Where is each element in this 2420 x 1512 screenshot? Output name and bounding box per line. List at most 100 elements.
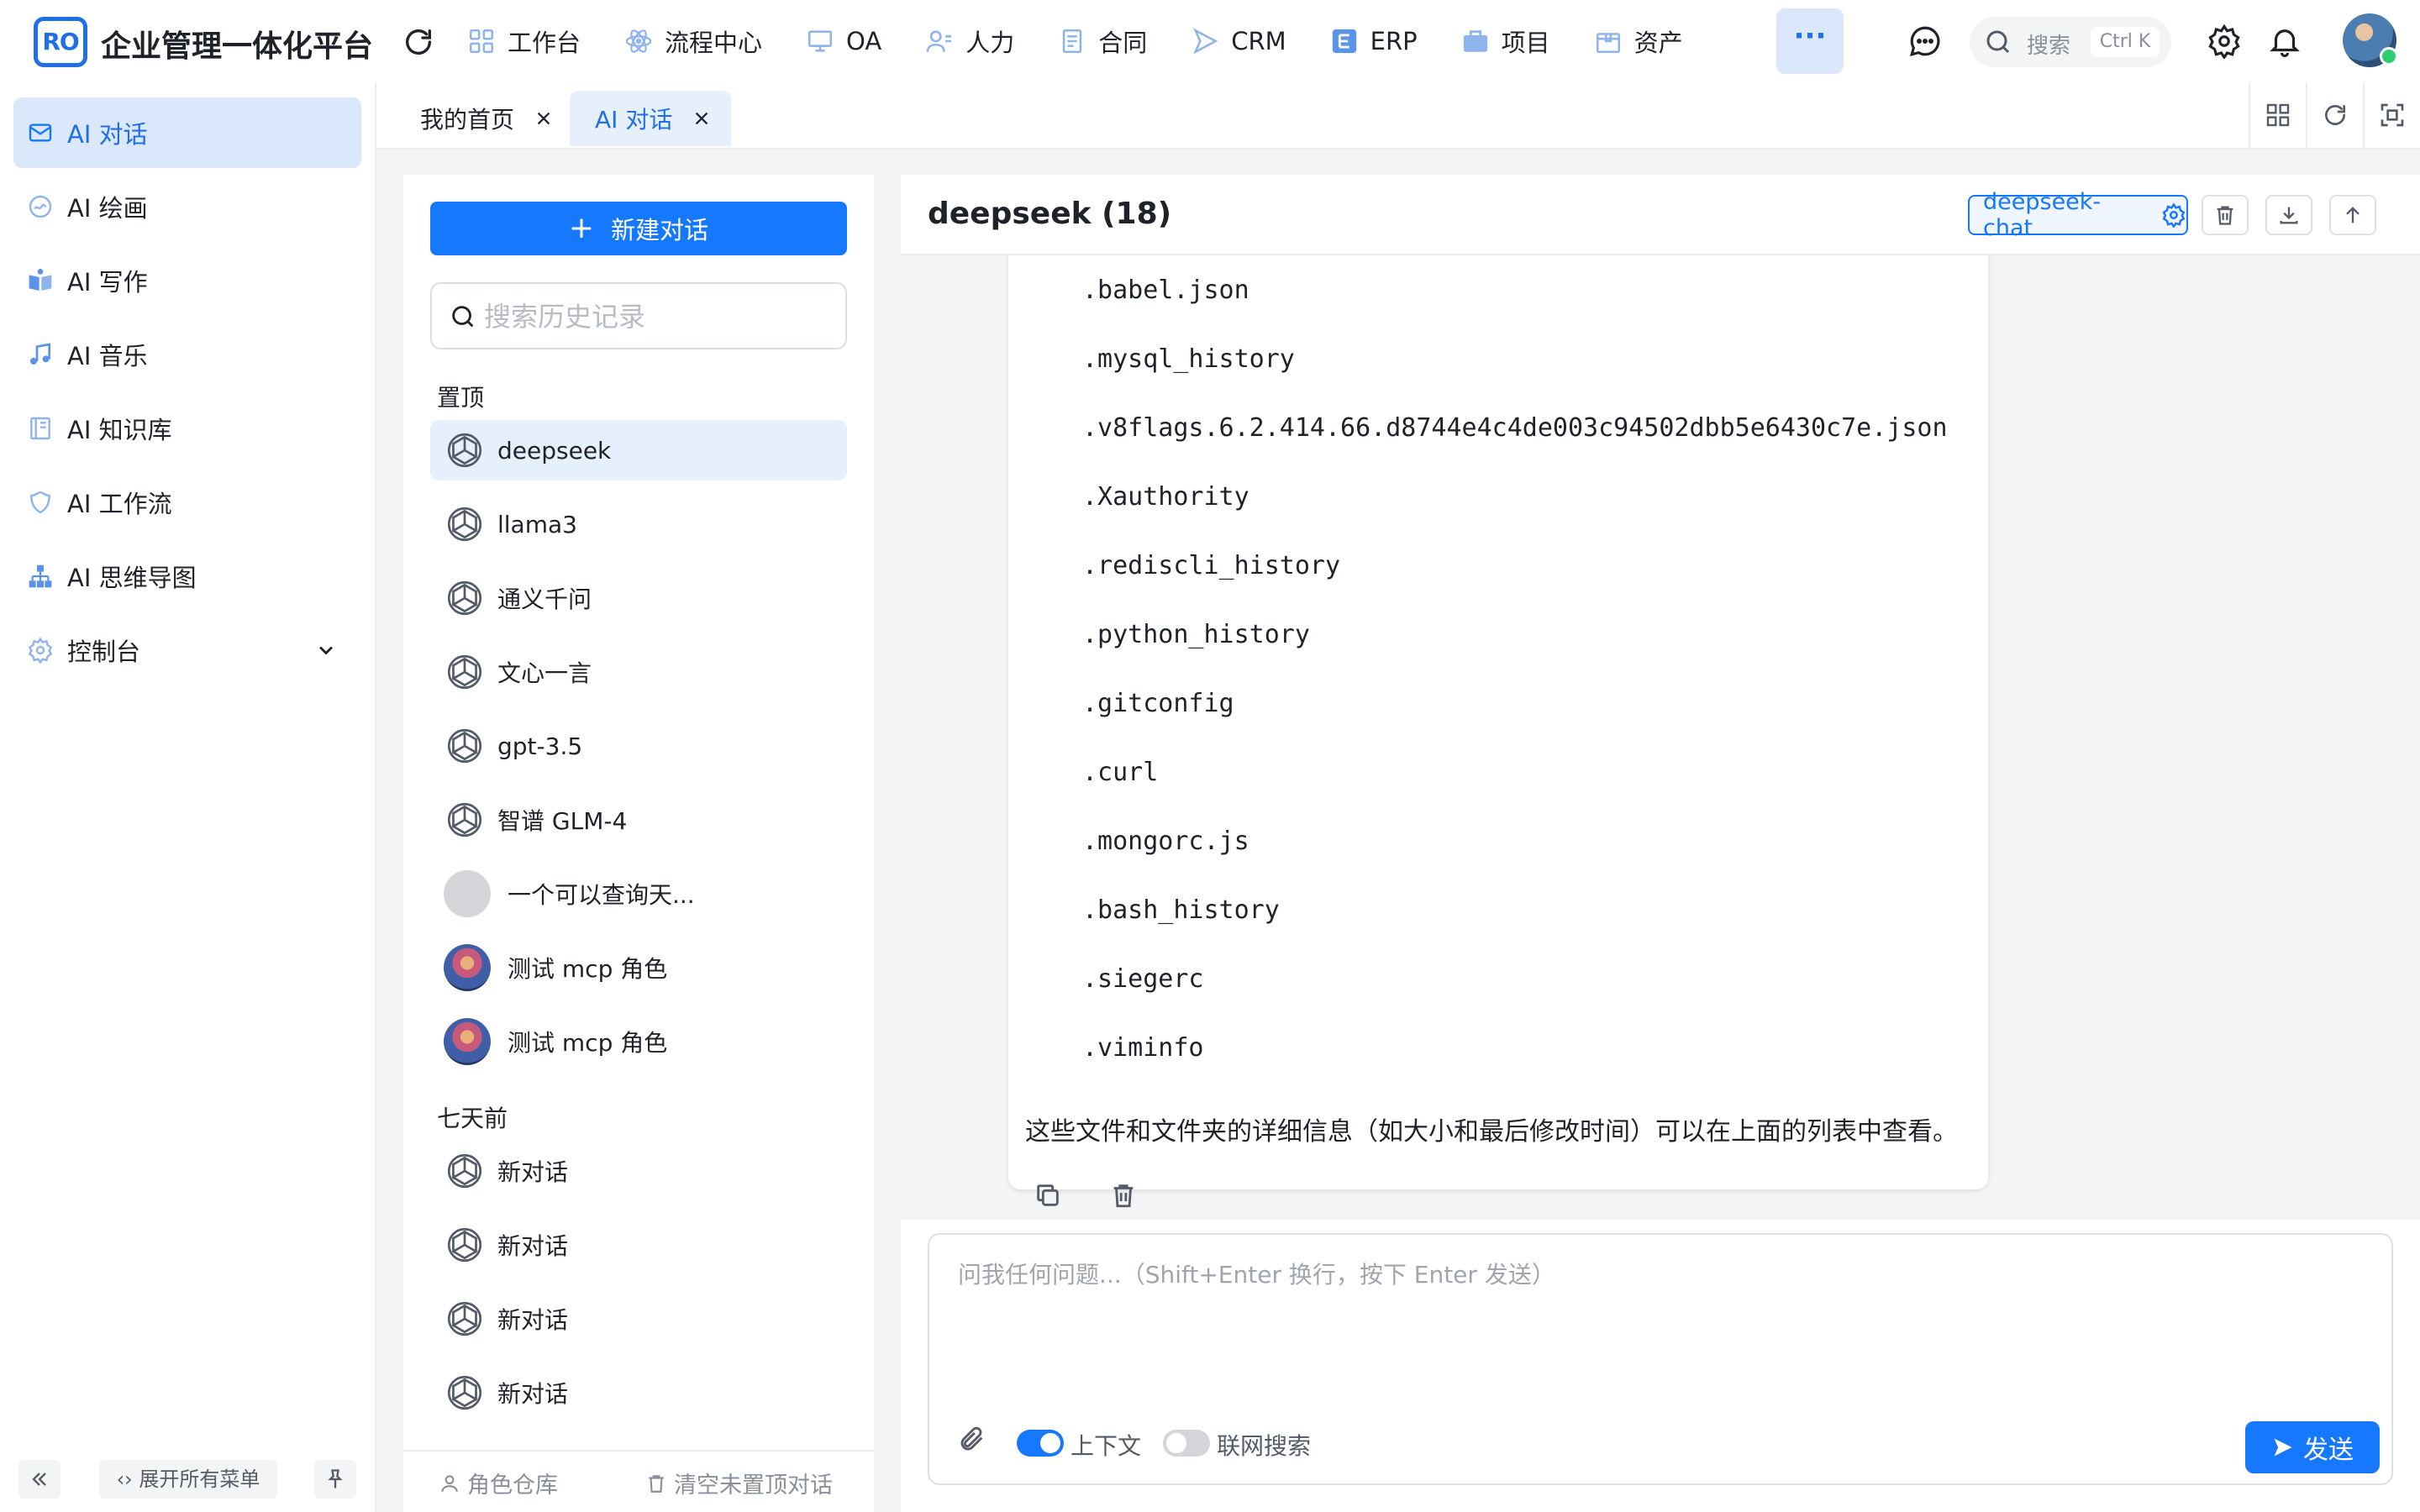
tab-tools xyxy=(2249,82,2420,148)
conversation-title: llama3 xyxy=(497,510,577,538)
role-avatar xyxy=(444,944,491,991)
openai-icon xyxy=(447,802,482,837)
conversation-item[interactable]: 智谱 GLM-4 xyxy=(430,790,847,850)
conversation-footer: 角色仓库 清空未置顶对话 xyxy=(403,1450,874,1512)
top-nav: 工作台 流程中心 OA 人力 合同 CRM ERP 项目 资产 xyxy=(467,17,1727,66)
conversation-item[interactable]: gpt-3.5 xyxy=(430,716,847,776)
nav-item-hr[interactable]: 人力 xyxy=(925,17,1014,66)
copy-message-icon[interactable] xyxy=(1034,1181,1062,1210)
tab-home[interactable]: 我的首页 xyxy=(376,91,573,146)
role-repository-button[interactable]: 角色仓库 xyxy=(439,1467,558,1499)
sidebar-item-console[interactable]: 控制台 xyxy=(13,615,361,685)
message-list[interactable]: .babel.json .mysql_history .v8flags.6.2.… xyxy=(901,255,2420,1220)
conversation-item[interactable]: deepseek xyxy=(430,420,847,480)
user-avatar[interactable] xyxy=(2343,13,2398,67)
expand-all-menus-button[interactable]: ‹› 展开所有菜单 xyxy=(99,1460,277,1499)
pin-icon[interactable] xyxy=(314,1460,356,1499)
gear-icon xyxy=(28,637,53,664)
search-icon xyxy=(1986,30,2010,54)
conversation-item[interactable]: 文心一言 xyxy=(430,642,847,702)
global-search[interactable]: 搜索 Ctrl K xyxy=(1970,17,2171,67)
document-icon xyxy=(1063,29,1082,54)
conversation-item[interactable]: llama3 xyxy=(430,494,847,554)
nav-item-process[interactable]: 流程中心 xyxy=(624,17,762,66)
openai-icon xyxy=(447,1375,482,1410)
model-name: deepseek-chat xyxy=(1983,189,2102,241)
sidebar-item-ai-knowledge[interactable]: AI 知识库 xyxy=(13,393,361,464)
default-avatar xyxy=(444,870,491,917)
conversation-title: 测试 mcp 角色 xyxy=(508,955,668,983)
conversation-title: deepseek xyxy=(497,436,612,465)
sidebar-item-label: AI 写作 xyxy=(67,268,148,297)
sidebar-item-ai-drawing[interactable]: AI 绘画 xyxy=(13,171,361,242)
trash-icon xyxy=(649,1474,664,1493)
nav-item-assets[interactable]: 资产 xyxy=(1594,17,1683,66)
sidebar-item-ai-mindmap[interactable]: AI 思维导图 xyxy=(13,541,361,612)
more-menu-button[interactable]: ··· xyxy=(1776,8,1844,74)
nav-item-contract[interactable]: 合同 xyxy=(1058,17,1147,66)
nav-item-oa[interactable]: OA xyxy=(806,17,881,66)
close-icon[interactable] xyxy=(534,109,553,128)
web-search-toggle[interactable] xyxy=(1163,1430,1210,1457)
briefcase-icon xyxy=(1463,30,1487,52)
grid-view-icon[interactable] xyxy=(2249,82,2306,148)
message-input[interactable] xyxy=(956,1255,2371,1384)
collapse-sidebar-button[interactable] xyxy=(18,1460,60,1499)
conversation-item[interactable]: 新对话 xyxy=(430,1215,847,1275)
conversation-title: gpt-3.5 xyxy=(497,732,583,760)
chat-header: deepseek (18) deepseek-chat xyxy=(901,175,2420,255)
conversation-item[interactable]: 测试 mcp 角色 xyxy=(430,937,847,998)
model-selector[interactable]: deepseek-chat xyxy=(1968,189,2188,241)
conversation-item[interactable]: 新对话 xyxy=(430,1289,847,1349)
paperclip-icon[interactable] xyxy=(958,1425,986,1453)
file-name: .mongorc.js xyxy=(1082,827,1249,856)
close-icon[interactable] xyxy=(692,109,711,128)
refresh-icon[interactable] xyxy=(402,25,435,59)
sidebar-item-ai-chat[interactable]: AI 对话 xyxy=(13,97,361,168)
user-list-icon xyxy=(926,30,952,52)
download-chat-button[interactable] xyxy=(2265,195,2312,235)
conversation-item[interactable]: 新对话 xyxy=(430,1362,847,1423)
fullscreen-icon[interactable] xyxy=(2363,82,2420,148)
gear-icon[interactable] xyxy=(2207,24,2242,59)
send-button[interactable]: 发送 xyxy=(2245,1421,2380,1473)
scroll-top-button[interactable] xyxy=(2329,195,2376,235)
conversation-title: 新对话 xyxy=(497,1232,569,1260)
delete-message-icon[interactable] xyxy=(1109,1181,1138,1210)
nav-item-erp[interactable]: ERP xyxy=(1330,17,1418,66)
nav-item-project[interactable]: 项目 xyxy=(1461,17,1550,66)
conversation-item[interactable]: 新对话 xyxy=(430,1141,847,1201)
sidebar-item-ai-workflow[interactable]: AI 工作流 xyxy=(13,467,361,538)
bell-icon[interactable] xyxy=(2267,24,2302,59)
chat-bubble-icon[interactable] xyxy=(1907,24,1943,59)
sidebar-item-ai-music[interactable]: AI 音乐 xyxy=(13,319,361,390)
nav-item-crm[interactable]: CRM xyxy=(1191,17,1286,66)
app-logo[interactable]: RO xyxy=(34,17,87,67)
conversation-item[interactable]: 测试 mcp 角色 xyxy=(430,1011,847,1072)
new-chat-label: 新建对话 xyxy=(611,216,709,244)
delete-chat-button[interactable] xyxy=(2202,195,2249,235)
nav-label: ERP xyxy=(1370,27,1418,55)
clear-unpinned-button[interactable]: 清空未置顶对话 xyxy=(645,1467,833,1499)
reload-tab-icon[interactable] xyxy=(2306,82,2363,148)
sidebar-item-label: AI 工作流 xyxy=(67,490,172,518)
tab-ai-chat[interactable]: AI 对话 xyxy=(570,91,732,146)
conversation-item[interactable]: 通义千问 xyxy=(430,568,847,628)
history-search-input[interactable] xyxy=(482,296,839,338)
clear-unpinned-label: 清空未置顶对话 xyxy=(674,1473,833,1499)
palette-icon xyxy=(29,195,52,218)
send-icon xyxy=(2274,1438,2292,1457)
sidebar-item-ai-writing[interactable]: AI 写作 xyxy=(13,245,361,316)
sidebar-item-label: AI 对话 xyxy=(67,120,148,149)
new-chat-button[interactable]: + 新建对话 xyxy=(430,202,847,255)
send-icon xyxy=(1193,28,1218,55)
conversation-title: 新对话 xyxy=(497,1380,569,1408)
sidebar-footer: ‹› 展开所有菜单 xyxy=(0,1452,375,1512)
nav-item-workbench[interactable]: 工作台 xyxy=(467,17,581,66)
context-toggle[interactable] xyxy=(1017,1430,1064,1457)
week-group-label: 七天前 xyxy=(437,1105,508,1132)
conversation-item[interactable]: 一个可以查询天... xyxy=(430,864,847,924)
user-icon xyxy=(441,1474,458,1492)
history-search xyxy=(430,282,847,349)
chat-panel: deepseek (18) deepseek-chat .babel.json … xyxy=(901,175,2420,1512)
